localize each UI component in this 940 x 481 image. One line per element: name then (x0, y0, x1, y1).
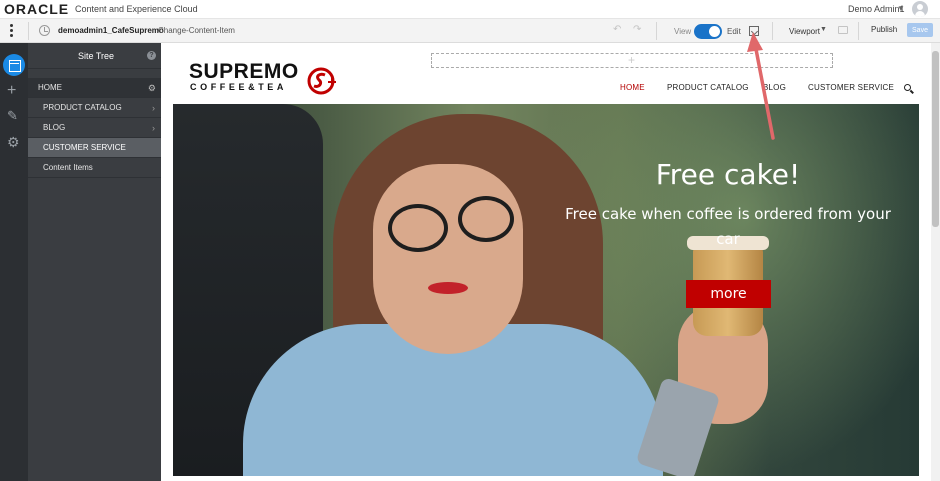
tree-item-blog[interactable]: BLOG › (28, 118, 161, 138)
tree-item-home[interactable]: HOME ⚙ (28, 78, 161, 98)
tree-item-customer-service[interactable]: CUSTOMER SERVICE (28, 138, 161, 158)
undo-icon[interactable]: ↶ (613, 24, 621, 35)
editor-toolbar: demoadmin1_CafeSupremo Change-Content-It… (0, 19, 940, 43)
hero-title: Free cake! (655, 158, 801, 191)
plus-icon[interactable]: + (628, 53, 635, 67)
toolbar-divider (656, 22, 657, 40)
tree-item-label: BLOG (43, 123, 66, 132)
pages-icon[interactable] (3, 54, 25, 76)
view-mode-label[interactable]: View (674, 27, 691, 36)
brand-name: SUPREMO (189, 60, 299, 83)
tree-item-label: Content Items (43, 163, 93, 172)
site-tree-title: Site Tree (78, 51, 115, 61)
chevron-right-icon[interactable]: › (152, 118, 155, 138)
tree-item-label: CUSTOMER SERVICE (43, 143, 126, 152)
chevron-down-icon[interactable]: ▼ (820, 26, 827, 33)
search-icon[interactable] (904, 84, 911, 91)
nav-product-catalog[interactable]: PRODUCT CATALOG (667, 83, 749, 92)
hero-more-button[interactable]: more (686, 280, 771, 308)
brand-logo[interactable]: SUPREMO COFFEE&TEA (189, 60, 299, 93)
edit-mode-toggle[interactable] (694, 24, 722, 39)
brand-mark-icon (307, 67, 336, 95)
tree-item-product-catalog[interactable]: PRODUCT CATALOG › (28, 98, 161, 118)
toolbar-divider (28, 22, 29, 40)
tree-item-label: HOME (38, 83, 62, 92)
chat-icon[interactable] (838, 26, 848, 34)
gear-icon[interactable]: ⚙ (148, 78, 156, 98)
brand-tagline: COFFEE&TEA (190, 82, 288, 92)
clock-icon[interactable] (39, 25, 50, 36)
edit-mode-label[interactable]: Edit (727, 27, 741, 36)
scrollbar-thumb[interactable] (932, 51, 939, 227)
chevron-right-icon[interactable]: › (152, 98, 155, 118)
oracle-header: ORACLE Content and Experience Cloud Demo… (0, 0, 940, 19)
nav-customer-service[interactable]: CUSTOMER SERVICE (808, 83, 894, 92)
avatar[interactable] (912, 1, 928, 17)
help-icon[interactable]: ? (147, 51, 156, 60)
hero-banner: Free cake! Free cake when coffee is orde… (173, 104, 919, 476)
page-scrollbar[interactable] (931, 43, 940, 481)
product-name: Content and Experience Cloud (75, 4, 198, 14)
hero-image-glasses (458, 196, 514, 242)
save-button[interactable]: Save (907, 23, 933, 37)
site-tree-panel: Site Tree ? HOME ⚙ PRODUCT CATALOG › BLO… (28, 43, 161, 481)
gear-icon[interactable]: ⚙ (7, 134, 20, 151)
tree-item-label: PRODUCT CATALOG (43, 103, 122, 112)
viewport-dropdown[interactable]: Viewport (789, 27, 820, 36)
hero-image-face (373, 164, 523, 354)
site-tree-header: Site Tree ? (28, 43, 161, 69)
hero-image-glasses (388, 204, 448, 252)
tree-item-content-items[interactable]: Content Items (28, 158, 161, 178)
publish-button[interactable]: Publish (871, 25, 897, 34)
annotation-arrow-icon (747, 32, 775, 140)
nav-home[interactable]: HOME (620, 83, 645, 92)
left-rail: + ✎ ⚙ (0, 43, 28, 481)
hero-image-lips (428, 282, 468, 294)
hero-subtitle: Free cake when coffee is ordered from yo… (565, 205, 891, 248)
page-canvas: SUPREMO COFFEE&TEA + HOME PRODUCT CATALO… (161, 43, 931, 481)
toolbar-divider (858, 22, 859, 40)
kebab-menu-icon[interactable] (10, 24, 14, 38)
user-menu-caret-icon[interactable]: ▼ (897, 4, 905, 13)
oracle-logo: ORACLE (4, 1, 70, 17)
site-name: demoadmin1_CafeSupremo (58, 26, 164, 35)
plus-icon[interactable]: + (7, 83, 16, 99)
update-name[interactable]: Change-Content-Item (158, 26, 235, 35)
brush-icon[interactable]: ✎ (7, 108, 18, 124)
redo-icon[interactable]: ↷ (633, 24, 641, 35)
